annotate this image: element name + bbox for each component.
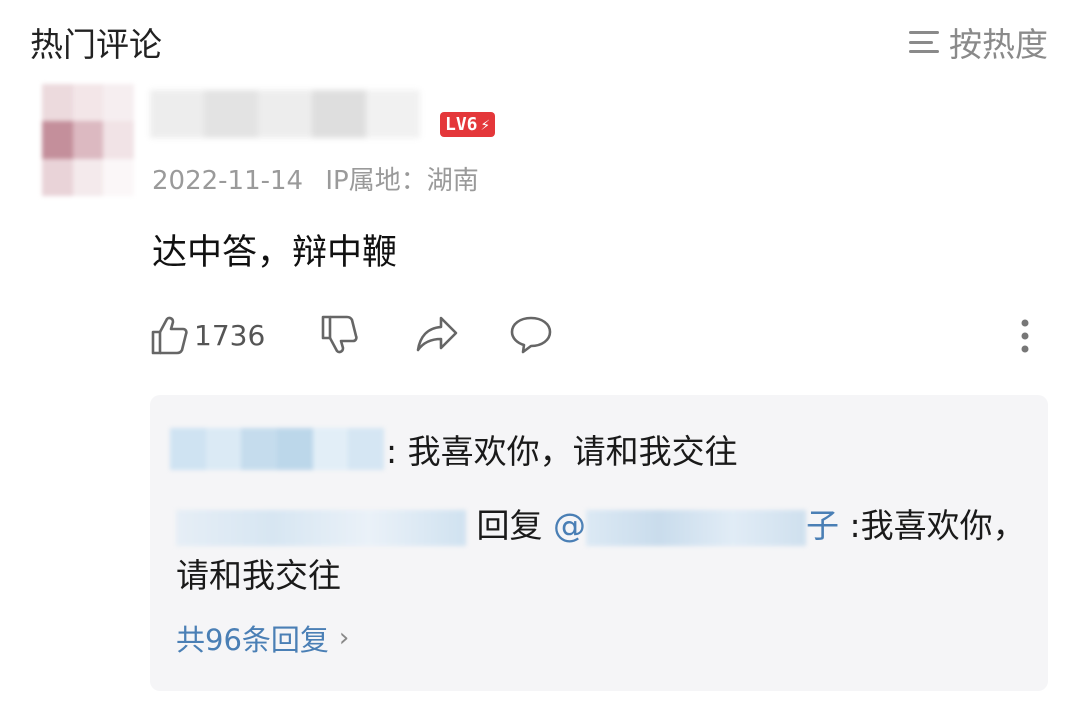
sort-label: 按热度 [949,25,1048,64]
more-options-button[interactable] [1020,319,1030,353]
share-arrow-icon [416,316,458,352]
like-count: 1736 [194,318,266,352]
reply-item[interactable]: : 我喜欢你，请和我交往 [170,425,738,473]
mention-tail: 子 [806,506,839,545]
sort-button[interactable]: 按热度 [909,18,1048,66]
thumbs-down-icon [321,315,358,354]
section-title: 热门评论 [30,25,162,64]
view-more-replies-link[interactable]: 共96条回复 › [176,617,349,659]
reply-username-blurred[interactable] [176,509,466,546]
reply-box: : 我喜欢你，请和我交往 回复 @ 子 :我喜欢你，请和我交往 共96条回复 › [150,395,1048,691]
mention-at: @ [553,506,586,545]
menu-lines-icon [909,31,939,53]
mention-link[interactable]: @ 子 [553,506,839,546]
level-badge: LV6 ⚡ [440,112,496,137]
comment-actions: 1736 [150,315,1050,359]
avatar[interactable] [42,84,134,196]
dislike-button[interactable] [320,315,358,355]
thumbs-up-icon [151,316,188,355]
more-replies-label: 共96条回复 [176,623,329,657]
speech-bubble-icon [510,316,552,354]
level-text: LV6 [445,114,478,135]
share-button[interactable] [416,315,458,353]
more-vertical-icon [1021,319,1029,353]
comment-date: 2022-11-14 [152,166,304,196]
comment-text: 达中答，辩中鞭 [152,233,398,273]
comment-meta: 2022-11-14 IP属地：湖南 [152,160,479,197]
mention-name-blurred [586,509,806,546]
like-button[interactable]: 1736 [150,315,265,355]
chevron-right-icon: › [338,623,350,653]
reply-item[interactable]: 回复 @ 子 :我喜欢你，请和我交往 [176,501,1026,601]
reply-prefix: 回复 [476,506,543,545]
username-blurred[interactable] [150,90,420,138]
lightning-icon: ⚡ [480,115,491,134]
ip-location: IP属地：湖南 [325,166,479,196]
reply-username-blurred[interactable] [170,428,385,470]
comment-button[interactable] [510,315,552,355]
reply-text: : 我喜欢你，请和我交往 [386,432,738,471]
